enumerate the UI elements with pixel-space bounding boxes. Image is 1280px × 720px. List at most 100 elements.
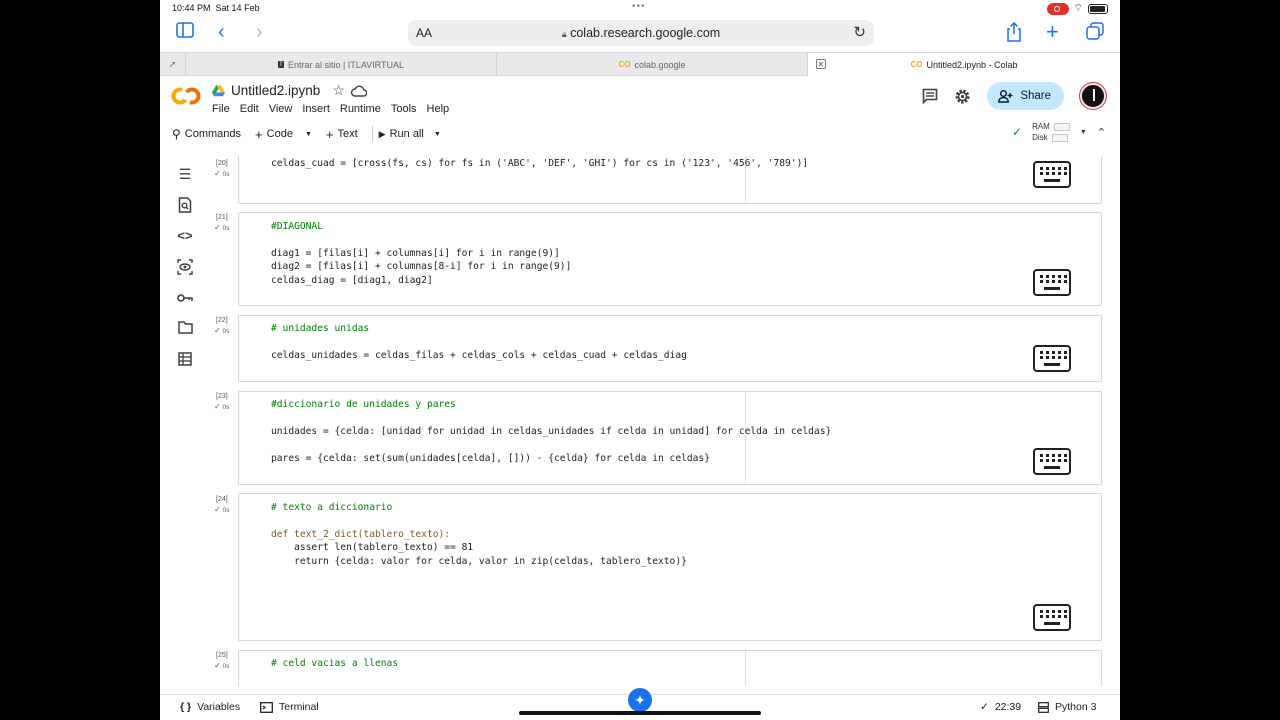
execution-time[interactable]: ✓ 22:39 [980,701,1021,713]
share-sheet-icon[interactable] [1006,21,1022,46]
cell-gutter[interactable]: [23] ✓ 0s [208,393,238,411]
cell-gutter[interactable]: [21] ✓ 0s [208,214,238,232]
back-icon[interactable]: ‹ [218,22,225,42]
keyboard-icon[interactable] [1033,161,1071,188]
chevron-down-icon[interactable]: ▼ [305,131,312,138]
notebook-title[interactable]: Untitled2.ipynb [231,83,320,98]
data-table-icon[interactable] [177,352,193,368]
ruler-line [745,651,746,686]
new-tab-icon[interactable]: + [1046,21,1059,43]
keyboard-spacebar [1044,179,1060,182]
code-cell[interactable]: celdas_cuad = [cross(fs, cs) for fs in (… [238,156,1102,204]
address-bar[interactable]: AA 🔒︎ colab.research.google.com ↻ [408,20,874,46]
code-cell[interactable]: # texto a diccionario def text_2_dict(ta… [238,493,1102,641]
code-cell[interactable]: #DIAGONAL diag1 = [filas[i] + columnas[i… [238,212,1102,306]
cell-gutter[interactable]: [22] ✓ 0s [208,317,238,335]
code-cell[interactable]: # celd vacias a llenas [238,650,1102,686]
tab-overview-icon[interactable] [1086,22,1104,44]
keyboard-key [1052,459,1055,462]
variables-button[interactable]: { } Variables [180,701,240,713]
keyboard-key [1040,615,1043,618]
tab-colab-google[interactable]: CO colab.google [497,53,808,76]
files-folder-icon[interactable] [177,321,193,337]
code-editor[interactable]: # texto a diccionario def text_2_dict(ta… [271,501,687,568]
cell-gutter[interactable]: [24] ✓ 0s [208,496,238,514]
code-cell[interactable]: #diccionario de unidades y pares unidade… [238,391,1102,485]
account-avatar[interactable] [1080,83,1106,109]
menu-tools[interactable]: Tools [391,103,417,115]
search-icon: ⚲ [172,127,181,141]
screen-recording-icon [1046,2,1069,15]
code-editor[interactable]: celdas_cuad = [cross(fs, cs) for fs in (… [271,157,808,170]
kernel-indicator[interactable]: Python 3 [1038,701,1096,713]
colab-logo[interactable] [171,86,201,106]
code-editor[interactable]: # unidades unidas celdas_unidades = celd… [271,322,687,362]
plus-icon: + [325,126,334,142]
variables-inspector-icon[interactable] [177,259,193,275]
code-editor[interactable]: #DIAGONAL diag1 = [filas[i] + columnas[i… [271,220,571,287]
menu-help[interactable]: Help [427,103,450,115]
keyboard-key [1058,356,1061,359]
wifi-icon: ⌔ [1073,3,1083,14]
keyboard-key [1064,172,1067,175]
code-snippets-icon[interactable]: <> [177,228,193,244]
keyboard-key [1046,172,1049,175]
chevron-up-icon[interactable]: ⌃ [1097,126,1106,139]
code-editor[interactable]: #diccionario de unidades y pares unidade… [271,398,831,465]
cloud-icon[interactable] [350,85,367,97]
commands-button[interactable]: ⚲ Commands [172,127,241,141]
tab-pin[interactable]: ➚ [160,53,186,76]
runtime-resources[interactable]: ✓ RAM Disk ▼ ⌃ [1012,122,1106,142]
keyboard-icon[interactable] [1033,604,1071,631]
keyboard-icon[interactable] [1033,269,1071,296]
sidebar-toggle-icon[interactable] [176,22,194,42]
secrets-key-icon[interactable] [177,290,193,306]
multitasking-dots[interactable]: ••• [632,1,646,12]
pinned-tab-icon: ➚ [168,59,177,69]
reload-icon[interactable]: ↻ [853,23,866,41]
menu-view[interactable]: View [269,103,293,115]
disk-label: Disk [1032,133,1048,142]
star-icon[interactable]: ☆ [332,82,345,99]
gemini-sparkle-icon[interactable]: ✦ [628,688,652,712]
run-all-button[interactable]: ▶ Run all ▼ [379,128,441,140]
cell-gutter[interactable]: [25] ✓ 0s [208,652,238,670]
cell-gutter[interactable]: [20] ✓ 0s [208,160,238,178]
code-cell[interactable]: # unidades unidas celdas_unidades = celd… [238,315,1102,382]
close-tab-icon[interactable]: ✕ [816,59,826,69]
terminal-button[interactable]: Terminal [260,701,319,713]
menu-file[interactable]: File [212,103,230,115]
chevron-down-icon[interactable]: ▼ [1080,129,1087,136]
check-icon: ✓ [214,169,221,178]
keyboard-key [1058,351,1061,354]
share-button[interactable]: Share [987,82,1064,110]
tab-untitled2[interactable]: ✕ CO Untitled2.ipynb - Colab [808,53,1120,76]
keyboard-key [1052,351,1055,354]
settings-gear-icon[interactable] [954,88,971,105]
ipad-screen: 10:44 PM Sat 14 Feb ••• ⌔ ‹ › AA 🔒︎ cola… [160,0,1120,720]
find-replace-icon[interactable] [177,197,193,213]
keyboard-icon[interactable] [1033,345,1071,372]
tab-itlavirtual[interactable]: I Entrar al sitio | ITLAVIRTUAL [186,53,497,76]
forward-icon[interactable]: › [256,22,263,42]
browser-tab-strip: ➚ I Entrar al sitio | ITLAVIRTUAL CO col… [160,52,1120,76]
menu-runtime[interactable]: Runtime [340,103,381,115]
google-drive-icon [212,84,225,96]
add-text-button[interactable]: + Text [326,127,358,142]
table-of-contents-icon[interactable]: ☰ [177,166,193,182]
menu-insert[interactable]: Insert [302,103,330,115]
menu-edit[interactable]: Edit [240,103,259,115]
keyboard-key [1046,356,1049,359]
code-editor[interactable]: # celd vacias a llenas [271,657,398,670]
add-code-button[interactable]: + Code ▼ [255,127,312,142]
home-indicator[interactable] [519,711,761,715]
comment-icon[interactable] [922,88,938,104]
ram-label: RAM [1032,122,1050,131]
chevron-down-icon[interactable]: ▼ [434,131,441,138]
check-icon: ✓ [214,402,221,411]
execution-count: [23] [216,393,228,400]
execution-count: [24] [216,496,228,503]
keyboard-key [1046,351,1049,354]
keyboard-spacebar [1044,622,1060,625]
keyboard-icon[interactable] [1033,448,1071,475]
